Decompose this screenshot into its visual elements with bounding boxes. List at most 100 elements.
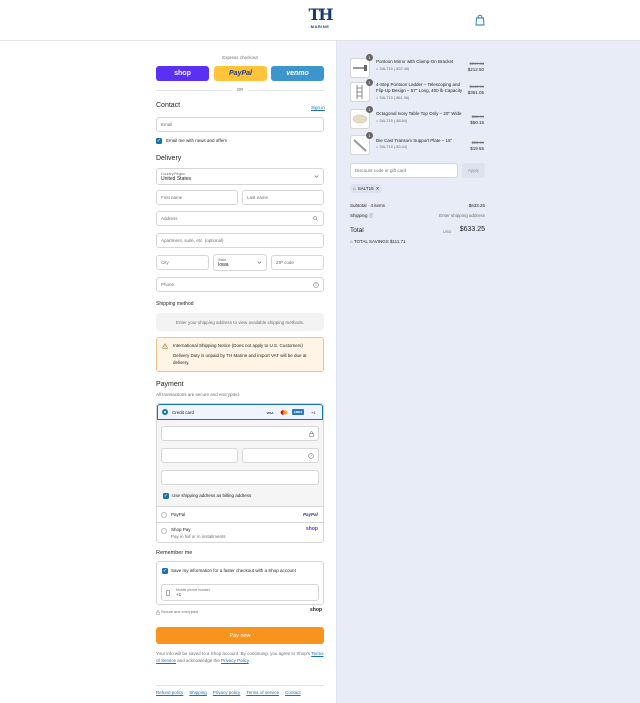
- original-price: $22.99: [471, 140, 484, 145]
- svg-text:?: ?: [315, 283, 317, 287]
- country-select[interactable]: Country/Region United States: [156, 168, 324, 185]
- item-discount: ⌂ SALT15 (-$8.84): [376, 119, 407, 123]
- billing-same-label: Use shipping address as billing address: [172, 493, 252, 498]
- original-price: $249.88: [469, 61, 484, 66]
- apartment-field[interactable]: Apartment, suite, etc. (optional): [156, 233, 324, 248]
- save-info-checkbox[interactable]: ✓: [162, 568, 168, 574]
- mobile-phone-field[interactable]: Mobile phone number +1: [161, 584, 319, 601]
- quantity-badge: 1: [366, 106, 373, 113]
- credit-card-radio[interactable]: [162, 409, 168, 415]
- address-placeholder: Address: [161, 216, 178, 221]
- shop-pay-option[interactable]: Shop Pay Pay in full or in installments …: [157, 522, 323, 543]
- discount-code-field[interactable]: Discount code or gift card: [350, 163, 458, 178]
- first-name-field[interactable]: First name: [156, 190, 238, 205]
- email-field[interactable]: Email: [156, 117, 324, 132]
- news-checkbox[interactable]: ✓: [156, 138, 162, 144]
- quantity-badge: 1: [366, 132, 373, 139]
- chevron-down-icon: [257, 261, 262, 264]
- news-label: Email me with news and offers: [166, 138, 227, 143]
- item-discount-text: SALT15 (-$3.44): [379, 145, 408, 149]
- payment-methods: Credit card VISA AMEX +1 ? ✓ Use shippin…: [156, 403, 324, 543]
- shipping-label: Shipping ⓘ: [350, 213, 373, 219]
- shopping-bag-icon[interactable]: [475, 14, 485, 26]
- shipping-method-placeholder: Enter your shipping address to view avai…: [156, 313, 324, 331]
- discount-placeholder: Discount code or gift card: [355, 168, 407, 173]
- shipping-label-text: Shipping: [350, 213, 368, 218]
- card-number-field[interactable]: [161, 426, 319, 441]
- phone-field[interactable]: Phone: [156, 277, 324, 292]
- legal-text: Your info will be saved to a Shop accoun…: [156, 650, 324, 664]
- terms-of-service-footer-link[interactable]: Terms of service: [246, 690, 279, 695]
- quantity-badge: 1: [366, 79, 373, 86]
- discount-code: SALT15: [357, 186, 374, 191]
- divider-line: [248, 90, 324, 91]
- paypal-radio[interactable]: [161, 512, 167, 518]
- expiry-field[interactable]: [161, 448, 238, 463]
- legal-prefix: Your info will be saved to a Shop accoun…: [156, 651, 312, 656]
- apartment-placeholder: Apartment, suite, etc. (optional): [161, 238, 224, 243]
- shop-pay-radio[interactable]: [161, 528, 167, 534]
- address-field[interactable]: Address: [156, 211, 324, 226]
- email-placeholder: Email: [161, 122, 173, 127]
- paypal-button[interactable]: PayPal: [214, 66, 267, 81]
- first-name-placeholder: First name: [161, 195, 183, 200]
- pay-now-button[interactable]: Pay now: [156, 627, 324, 644]
- shop-logo: shop: [310, 607, 322, 613]
- shipping-value: Enter shipping address: [438, 213, 485, 218]
- delivery-heading: Delivery: [156, 155, 182, 162]
- help-icon[interactable]: ⓘ: [369, 213, 374, 218]
- subtotal-value: $633.25: [468, 203, 485, 208]
- notice-body: Delivery Duty is unpaid by TH Marine and…: [173, 353, 307, 365]
- total-savings-label: TOTAL SAVINGS: [353, 239, 389, 244]
- total-savings: ⌂ TOTAL SAVINGS $111.71: [350, 239, 406, 244]
- svg-text:?: ?: [310, 454, 312, 458]
- apply-button[interactable]: Apply: [462, 163, 485, 178]
- express-checkout-label: Express checkout: [222, 55, 258, 60]
- secure-encrypted-text: Secure and encrypted: [161, 610, 199, 614]
- original-price: $58.99: [471, 114, 484, 119]
- last-name-placeholder: Last name: [247, 195, 269, 200]
- currency-code: USD: [443, 229, 452, 234]
- paypal-logo: PayPal: [303, 512, 318, 517]
- refund-policy-link[interactable]: Refund policy: [156, 690, 183, 695]
- tag-icon: ⌂: [353, 186, 356, 191]
- payment-heading: Payment: [156, 381, 184, 388]
- credit-card-option[interactable]: Credit card VISA AMEX +1: [157, 404, 323, 420]
- last-name-field[interactable]: Last name: [242, 190, 324, 205]
- shop-logo: shop: [306, 526, 318, 532]
- chevron-down-icon: [314, 175, 319, 178]
- card-details-panel: ? ✓ Use shipping address as billing addr…: [157, 420, 323, 506]
- contact-link[interactable]: Contact: [285, 690, 301, 695]
- sign-in-link[interactable]: Sign in: [311, 105, 325, 110]
- paypal-option[interactable]: PayPal PayPal: [157, 506, 323, 522]
- cart-item: 1 Octagonal Ivory Table Top Only – 20" W…: [350, 106, 461, 131]
- item-price: $212.50: [467, 67, 484, 72]
- original-price: $412.99: [469, 84, 484, 89]
- more-cards-badge: +1: [311, 410, 316, 415]
- venmo-button[interactable]: venmo: [271, 66, 324, 81]
- privacy-policy-link[interactable]: Privacy Policy: [221, 658, 249, 663]
- remove-discount-icon[interactable]: ✕: [376, 186, 380, 192]
- lock-icon: [156, 610, 160, 615]
- billing-same-checkbox[interactable]: ✓: [163, 493, 169, 499]
- lock-icon: [309, 431, 314, 437]
- help-icon[interactable]: ?: [308, 453, 314, 459]
- item-discount: ⌂ SALT15 (-$3.44): [376, 145, 407, 149]
- brand-logo[interactable]: TH MARINE: [308, 5, 333, 34]
- shipping-link[interactable]: Shipping: [189, 690, 207, 695]
- logo-mark: TH: [308, 5, 333, 24]
- checkout-form: Express checkout shop PayPal venmo OR Co…: [0, 41, 336, 703]
- name-on-card-field[interactable]: [161, 470, 319, 485]
- shop-pay-button[interactable]: shop: [156, 66, 209, 81]
- contact-heading: Contact: [156, 102, 181, 109]
- zip-field[interactable]: ZIP code: [271, 255, 324, 270]
- applied-discount-tag: ⌂ SALT15 ✕: [350, 184, 383, 193]
- city-field[interactable]: City: [156, 255, 209, 270]
- privacy-policy-footer-link[interactable]: Privacy policy: [213, 690, 241, 695]
- payment-subtitle: All transactions are secure and encrypte…: [156, 392, 241, 397]
- phone-placeholder: Phone: [161, 282, 175, 287]
- header: TH MARINE: [0, 0, 640, 41]
- paypal-label: PayPal: [171, 512, 186, 517]
- help-icon[interactable]: ?: [313, 282, 319, 288]
- divider-line: [156, 90, 232, 91]
